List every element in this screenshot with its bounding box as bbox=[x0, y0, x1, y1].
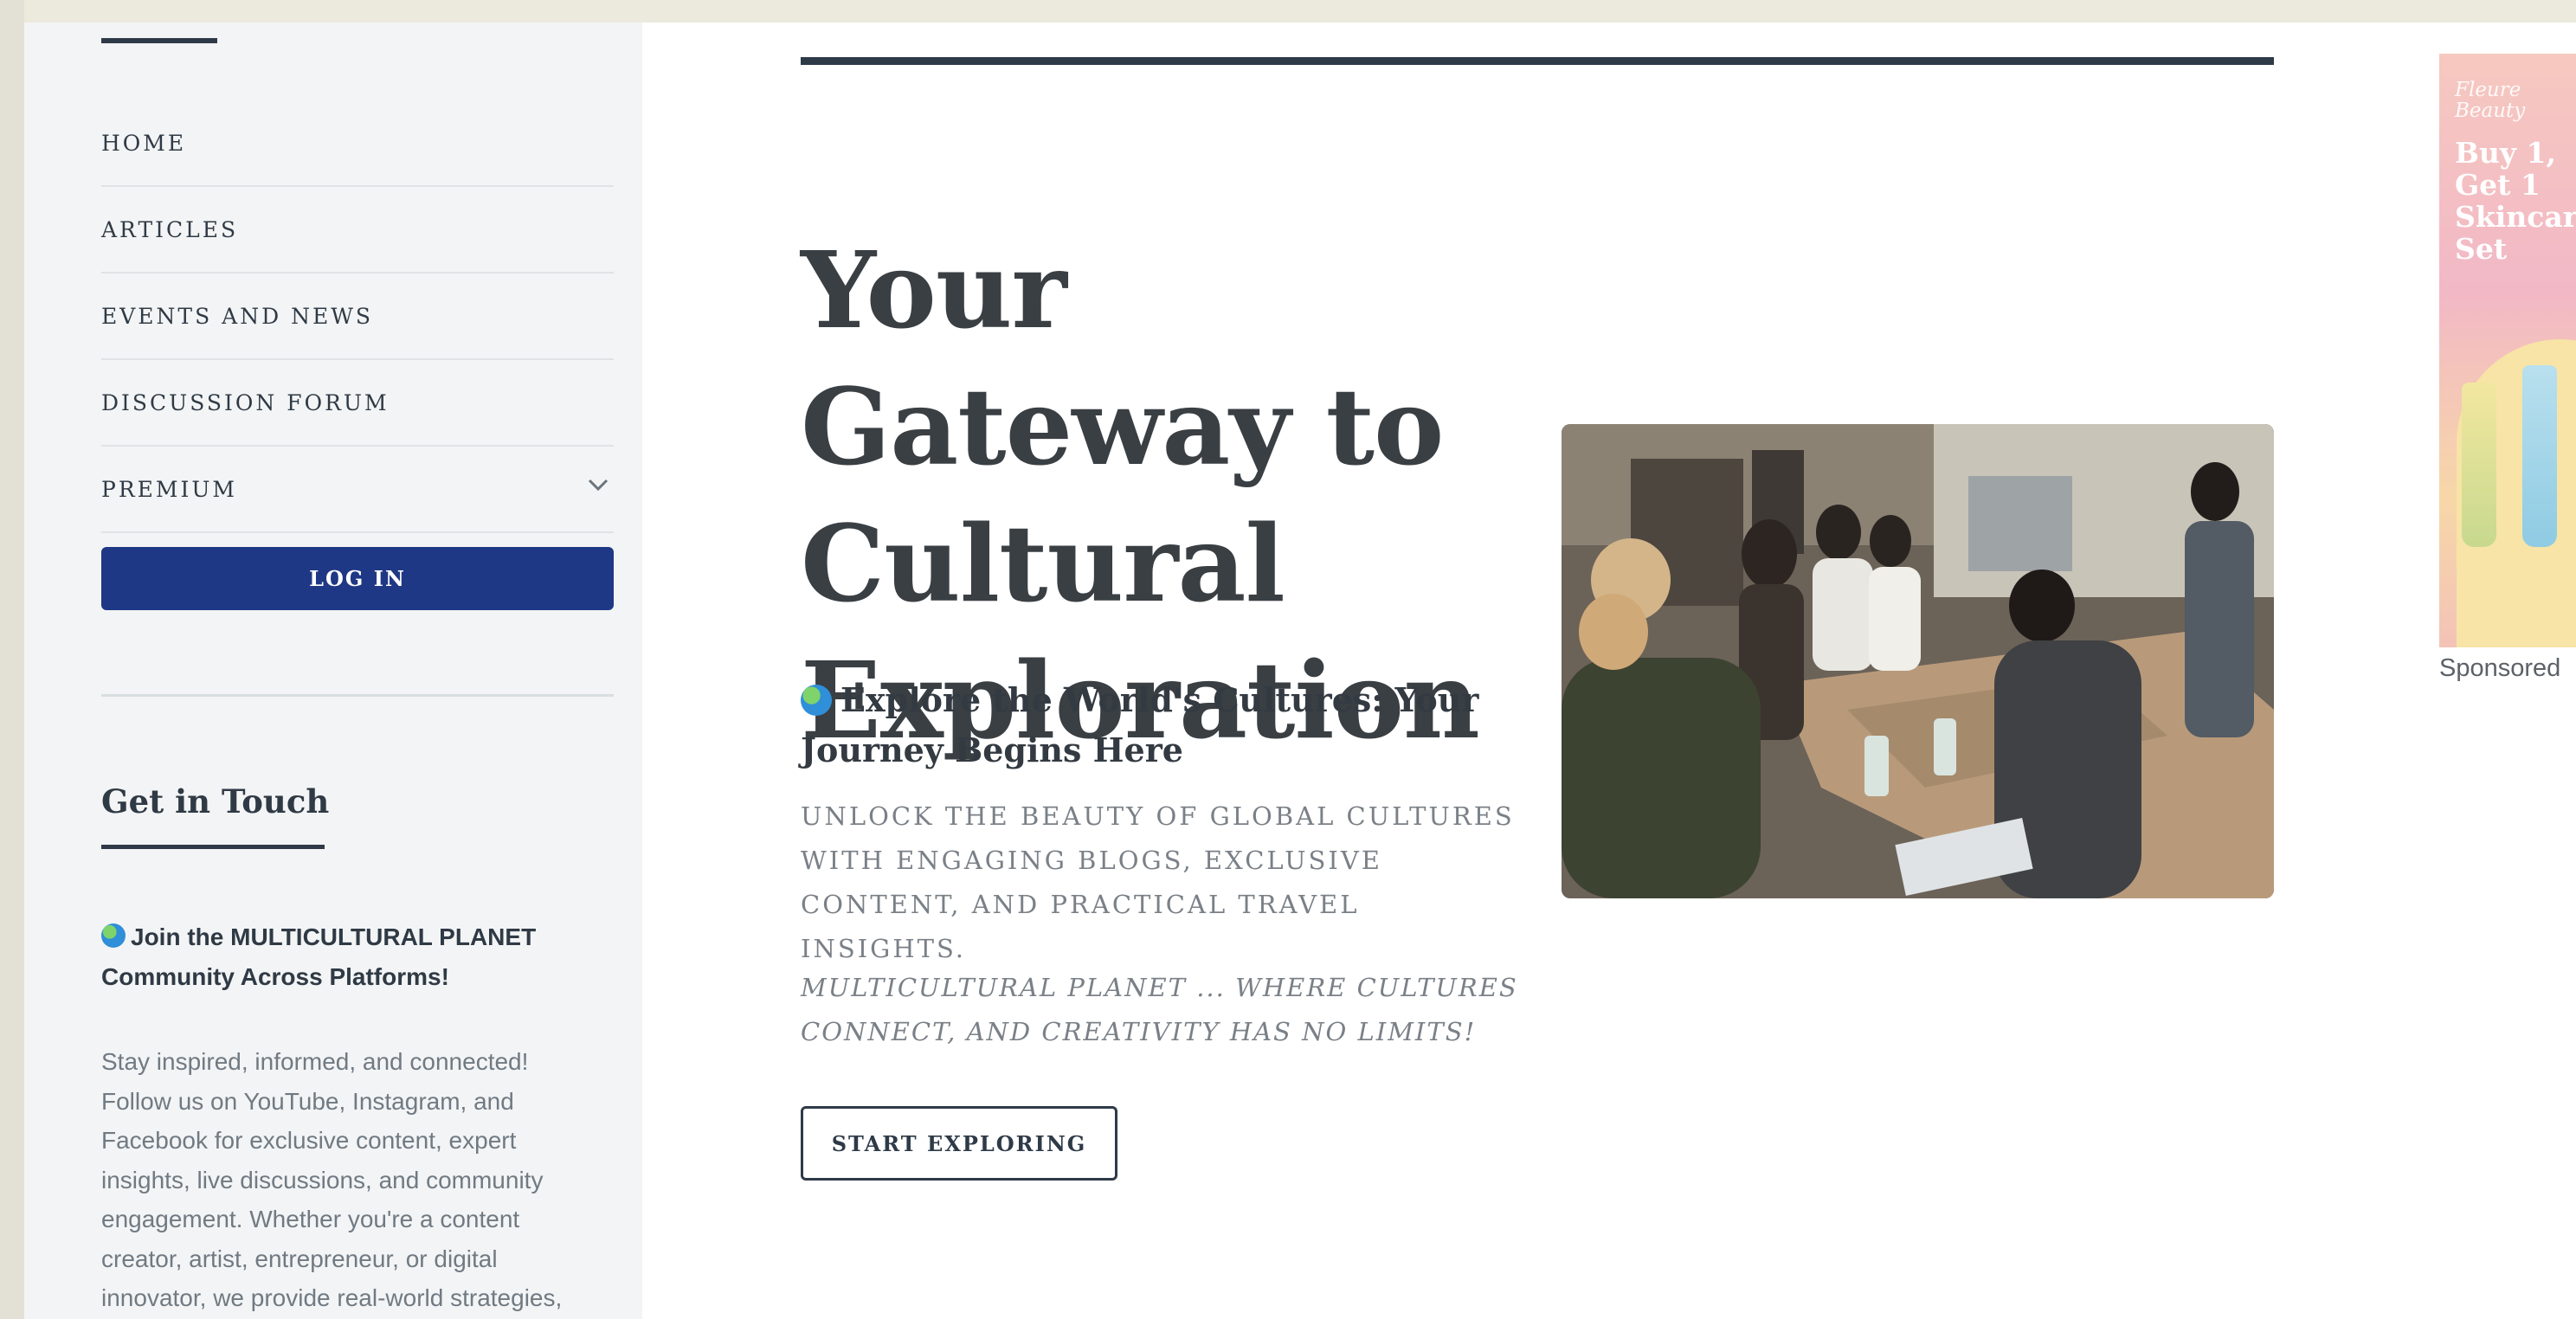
window-edge bbox=[0, 0, 24, 1319]
hero-tagline: Unlock the beauty of global cultures wit… bbox=[801, 801, 1515, 963]
globe-icon bbox=[801, 685, 832, 716]
start-exploring-button[interactable]: START EXPLORING bbox=[801, 1106, 1117, 1181]
main-nav: HOME ARTICLES EVENTS AND NEWS DISCUSSION… bbox=[101, 100, 614, 533]
hero-workshop-photo bbox=[1562, 424, 2274, 898]
hero-top-rule bbox=[801, 57, 2274, 65]
browser-top-strip bbox=[0, 0, 2576, 23]
ad-offer: Buy 1, Get 1 Skincare Set bbox=[2455, 136, 2576, 266]
sponsored-label: Sponsored bbox=[2439, 654, 2561, 682]
sponsored-ad[interactable]: Fleure Beauty Buy 1, Get 1 Skincare Set bbox=[2439, 54, 2576, 647]
get-in-touch-underline bbox=[101, 845, 325, 849]
nav-label: DISCUSSION FORUM bbox=[101, 389, 390, 415]
serum-bottle-image bbox=[2522, 365, 2557, 547]
globe-icon bbox=[101, 923, 126, 948]
sidebar-divider bbox=[101, 694, 614, 697]
nav-label: EVENTS AND NEWS bbox=[101, 303, 374, 329]
sidebar: HOME ARTICLES EVENTS AND NEWS DISCUSSION… bbox=[24, 23, 642, 1319]
nav-label: HOME bbox=[101, 130, 187, 156]
get-in-touch-body: Stay inspired, informed, and connected! … bbox=[101, 1048, 563, 1311]
nav-item-premium[interactable]: PREMIUM bbox=[101, 447, 614, 533]
ad-brand: Fleure Beauty bbox=[2455, 79, 2526, 122]
join-community-text: Join the MULTICULTURAL PLANET Community … bbox=[101, 917, 586, 997]
nav-item-discussion-forum[interactable]: DISCUSSION FORUM bbox=[101, 360, 614, 447]
nav-item-home[interactable]: HOME bbox=[101, 100, 614, 187]
nav-item-articles[interactable]: ARTICLES bbox=[101, 187, 614, 273]
nav-label: ARTICLES bbox=[101, 216, 239, 242]
sidebar-top-accent bbox=[101, 38, 217, 43]
nav-item-events-and-news[interactable]: EVENTS AND NEWS bbox=[101, 273, 614, 360]
hero-motto: Multicultural Planet ... where cultures … bbox=[801, 973, 1518, 1046]
join-label: Join the MULTICULTURAL PLANET Community … bbox=[101, 923, 537, 990]
login-button[interactable]: LOG IN bbox=[101, 547, 614, 610]
main-content: Your Gateway to Cultural Exploration Exp… bbox=[642, 23, 2576, 1319]
hero-subheading: Explore the World's Cultures: Your Journ… bbox=[801, 675, 1510, 775]
chevron-down-icon[interactable] bbox=[586, 473, 610, 497]
subheading-text: Explore the World's Cultures: Your Journ… bbox=[801, 680, 1479, 769]
nav-label: PREMIUM bbox=[101, 476, 238, 502]
get-in-touch-title: Get in Touch bbox=[101, 782, 330, 820]
serum-bottle-image bbox=[2462, 383, 2496, 547]
